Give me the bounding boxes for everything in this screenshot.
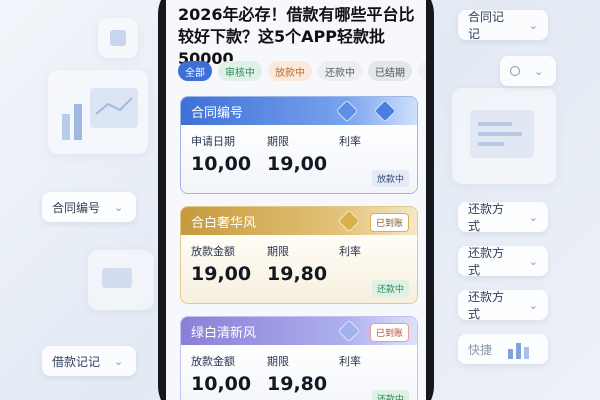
- loan-card[interactable]: 绿白清新风 已到账 放款金额 10,00 期限 19,80 利率 还款中: [180, 316, 418, 400]
- doc-icon: [110, 30, 126, 46]
- radio-icon: [510, 66, 520, 76]
- tab-repaying[interactable]: 还款中: [318, 61, 362, 81]
- pill-label: 还款方式: [468, 246, 505, 277]
- pill-label: 还款方式: [468, 202, 505, 233]
- arrived-badge: 已到账: [369, 213, 409, 232]
- status-badge: 放款中: [371, 170, 409, 187]
- card-header: 绿白清新风 已到账: [181, 317, 417, 345]
- cube-icon: [337, 209, 361, 233]
- field-value: 19,00: [267, 153, 328, 175]
- bar-chart-icon: [62, 88, 138, 140]
- status-tabs: 全部 审核中 放款中 还款中 已结期 已结清: [178, 61, 426, 81]
- pill-label: 快捷: [468, 342, 493, 357]
- chevron-down-icon: ⌄: [528, 210, 538, 224]
- field-value: 19,00: [191, 263, 252, 285]
- right-chart-panel: [452, 88, 556, 184]
- cube-icon: [337, 319, 361, 343]
- filter-contract-number[interactable]: 合同编号 ⌄: [42, 192, 136, 222]
- field-label: 放款金额: [191, 355, 235, 368]
- quick-button[interactable]: 快捷: [458, 334, 548, 364]
- list-chart-icon: [470, 110, 534, 158]
- cube-icon: [373, 99, 397, 123]
- pill-label: 还款方式: [468, 290, 505, 321]
- left-chart-panel: [48, 70, 148, 154]
- tab-ended[interactable]: 已结期: [368, 61, 412, 81]
- card-body: 放款金额 10,00 期限 19,80 利率 还款中: [181, 345, 417, 400]
- field-value: 19,80: [267, 373, 328, 395]
- card-header: 合同编号: [181, 97, 417, 125]
- cube-icon: [335, 99, 359, 123]
- chevron-down-icon: ⌄: [534, 64, 544, 78]
- loan-card[interactable]: 合白奢华风 已到账 放款金额 19,00 期限 19,80 利率 还款中: [180, 206, 418, 304]
- bar-chart-icon: [508, 343, 530, 359]
- filter-contract-records[interactable]: 合同记记 ⌄: [458, 10, 548, 41]
- field-label: 期限: [267, 245, 289, 258]
- left-small-panel: [98, 18, 138, 58]
- pill-label: 合同编号: [52, 200, 101, 215]
- tab-reviewing[interactable]: 审核中: [218, 61, 262, 81]
- left-mid-panel: [88, 250, 154, 310]
- chevron-down-icon: ⌄: [114, 200, 124, 214]
- card-body: 申请日期 10,00 期限 19,00 利率 放款中: [181, 125, 417, 193]
- card-icon: [102, 268, 132, 288]
- field-value: 19,80: [267, 263, 328, 285]
- field-label: 期限: [267, 135, 289, 148]
- status-badge: 还款中: [371, 390, 409, 400]
- card-body: 放款金额 19,00 期限 19,80 利率 还款中: [181, 235, 417, 303]
- filter-loan-records[interactable]: 借款记记 ⌄: [42, 346, 136, 376]
- arrived-badge: 已到账: [369, 323, 409, 342]
- field-label: 利率: [339, 355, 361, 368]
- loan-card[interactable]: 合同编号 申请日期 10,00 期限 19,00 利率 放款中: [180, 96, 418, 194]
- card-title: 合白奢华风: [191, 215, 257, 231]
- filter-repay-method-1[interactable]: 还款方式 ⌄: [458, 202, 548, 233]
- phone-frame: 2026年必存！借款有哪些平台比较好下款？这5个APP轻款批50000 全部 审…: [158, 0, 434, 400]
- tab-settled[interactable]: 已结清: [418, 61, 426, 81]
- field-value: 10,00: [191, 153, 252, 175]
- radio-selector[interactable]: ⌄: [500, 56, 556, 86]
- card-title: 绿白清新风: [191, 325, 257, 341]
- field-label: 期限: [267, 355, 289, 368]
- tab-disbursing[interactable]: 放款中: [268, 61, 312, 81]
- tab-all[interactable]: 全部: [178, 61, 212, 81]
- field-value: 10,00: [191, 373, 252, 395]
- field-label: 申请日期: [191, 135, 235, 148]
- phone-screen: 2026年必存！借款有哪些平台比较好下款？这5个APP轻款批50000 全部 审…: [166, 0, 426, 400]
- pill-label: 合同记记: [468, 10, 505, 41]
- status-badge: 还款中: [371, 280, 409, 297]
- pill-label: 借款记记: [52, 354, 101, 369]
- field-label: 利率: [339, 245, 361, 258]
- chevron-down-icon: ⌄: [528, 254, 538, 268]
- card-title: 合同编号: [191, 105, 244, 121]
- chevron-down-icon: ⌄: [528, 298, 538, 312]
- filter-repay-method-3[interactable]: 还款方式 ⌄: [458, 290, 548, 321]
- field-label: 放款金额: [191, 245, 235, 258]
- field-label: 利率: [339, 135, 361, 148]
- filter-repay-method-2[interactable]: 还款方式 ⌄: [458, 246, 548, 277]
- chevron-down-icon: ⌄: [114, 354, 124, 368]
- card-header: 合白奢华风 已到账: [181, 207, 417, 235]
- chevron-down-icon: ⌄: [528, 18, 538, 32]
